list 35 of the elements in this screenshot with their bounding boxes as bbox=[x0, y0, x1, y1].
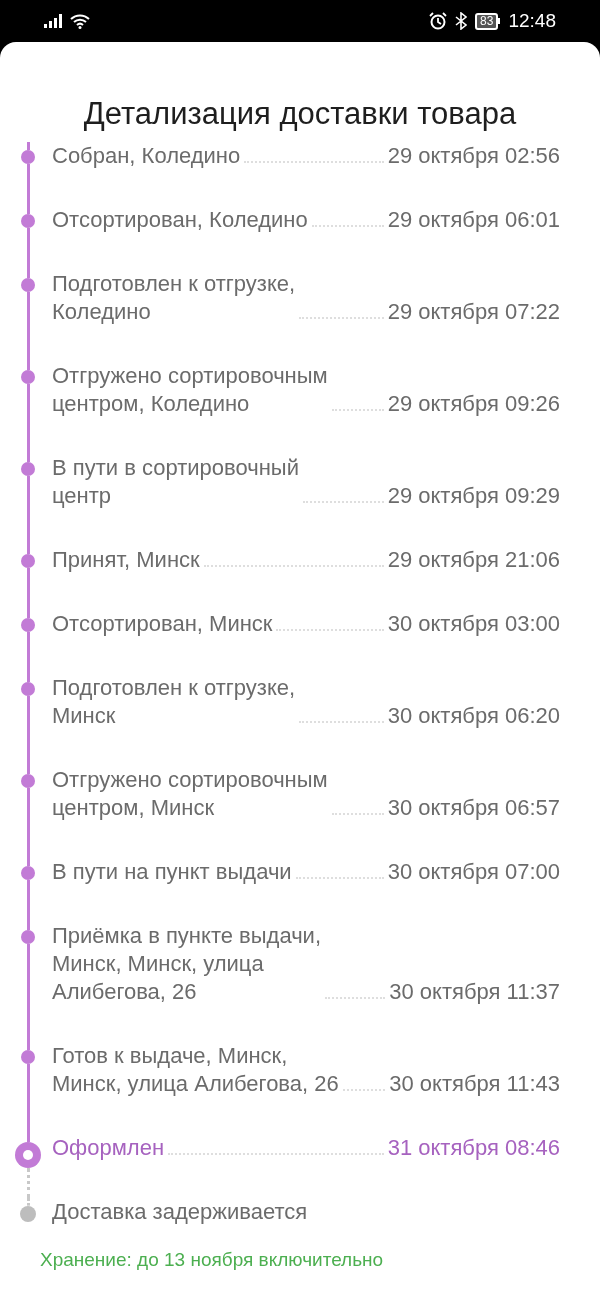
status-label: Приёмка в пункте выдачи, Минск, Минск, улица Алибегова, 26 bbox=[52, 922, 322, 1006]
status-label: Отгружено сортировочным центром, Коледино bbox=[52, 362, 328, 418]
status-date: 30 октября 06:20 bbox=[387, 702, 560, 730]
status-date: 30 октября 06:57 bbox=[387, 794, 560, 822]
status-date: 30 октября 07:00 bbox=[387, 858, 560, 886]
storage-note: Хранение: до 13 ноября включительно bbox=[39, 1248, 385, 1272]
wifi-icon bbox=[70, 13, 90, 29]
status-date: 30 октября 11:43 bbox=[389, 1070, 560, 1098]
status-label: Отгружено сортировочным центром, Минск bbox=[52, 766, 328, 822]
status-label: Оформлен bbox=[52, 1134, 165, 1162]
status-label: В пути в сортировочный центр bbox=[52, 454, 299, 510]
status-date: 29 октября 07:22 bbox=[387, 298, 560, 326]
status-date: 30 октября 03:00 bbox=[387, 610, 560, 638]
bluetooth-icon bbox=[455, 12, 468, 30]
status-label: Собран, Коледино bbox=[52, 142, 241, 170]
status-label: Готов к выдаче, Минск, Минск, улица Алибегова, 26 bbox=[52, 1042, 339, 1098]
sheet-title: Детализация доставки товара bbox=[82, 95, 518, 133]
status-date: 29 октября 21:06 bbox=[387, 546, 560, 574]
status-date: 31 октября 08:46 bbox=[387, 1134, 560, 1162]
status-label: Подготовлен к отгрузке, Коледино bbox=[52, 270, 296, 326]
status-date: 30 октября 11:37 bbox=[389, 978, 560, 1006]
status-label: Доставка задерживается bbox=[52, 1198, 308, 1226]
status-date: 29 октября 09:29 bbox=[387, 482, 560, 510]
status-date: 29 октября 09:26 bbox=[387, 390, 560, 418]
alarm-icon bbox=[429, 12, 448, 30]
clock: 12:48 bbox=[508, 8, 556, 33]
battery-level: 83 bbox=[475, 12, 499, 30]
status-label: Принят, Минск bbox=[52, 546, 200, 574]
status-date: 29 октября 06:01 bbox=[387, 206, 560, 234]
status-date: 29 октября 02:56 bbox=[387, 142, 560, 170]
status-label: В пути на пункт выдачи bbox=[52, 858, 292, 886]
signal-icon bbox=[44, 14, 64, 28]
status-label: Отсортирован, Минск bbox=[52, 610, 273, 638]
status-label: Подготовлен к отгрузке, Минск bbox=[52, 674, 296, 730]
status-label: Отсортирован, Коледино bbox=[52, 206, 308, 234]
